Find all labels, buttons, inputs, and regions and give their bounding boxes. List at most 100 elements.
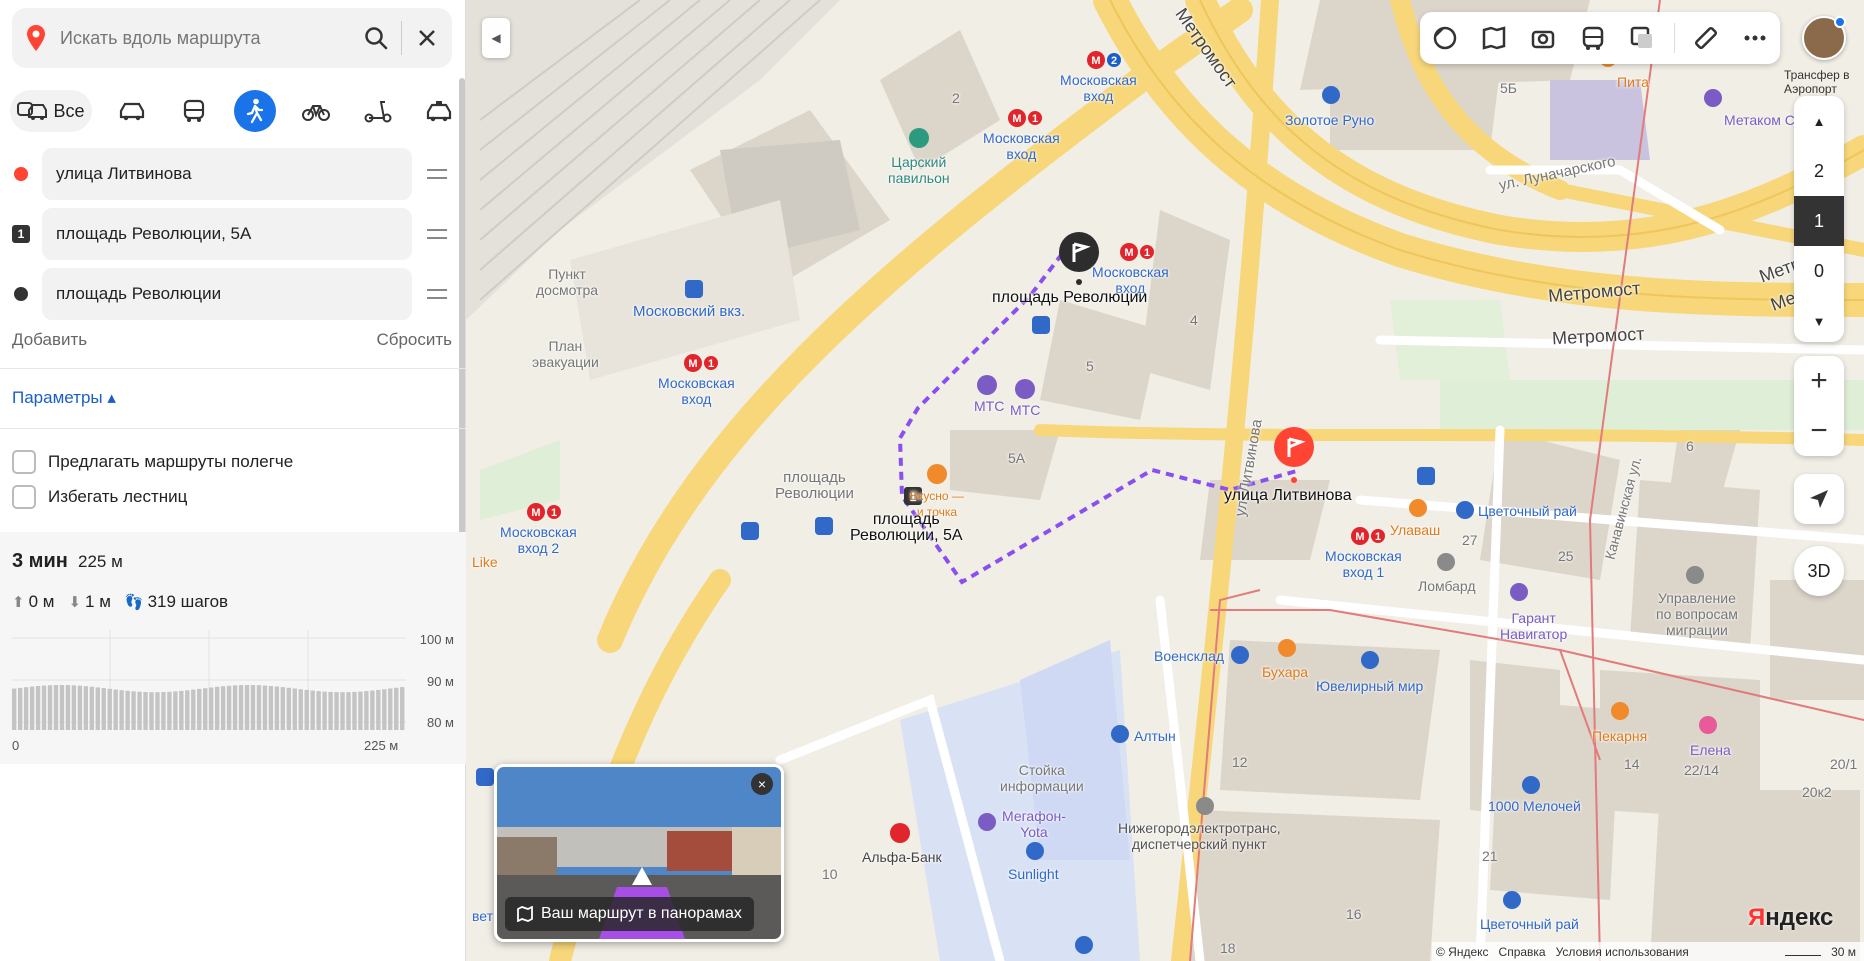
elevation-bar: [23, 687, 29, 730]
map-label-poi: Елена: [1690, 742, 1731, 758]
drag-handle-icon[interactable]: [412, 287, 462, 301]
overlay-button[interactable]: [1624, 20, 1660, 56]
elevation-bar: [232, 685, 238, 730]
mode-scooter-button[interactable]: [357, 90, 399, 132]
3d-button[interactable]: 3D: [1794, 546, 1844, 596]
elevation-bar: [268, 685, 274, 730]
map-label-poi: Пекарня: [1592, 728, 1648, 744]
arrow-up-icon: ⬆: [12, 594, 25, 611]
bus-icon: [183, 99, 204, 122]
mode-all-button[interactable]: Все: [10, 90, 92, 132]
elevation-bar: [197, 688, 202, 730]
add-waypoint-button[interactable]: Добавить: [12, 330, 87, 350]
copyright-text: © Яндекс: [1436, 944, 1489, 959]
location-pin-icon: [12, 24, 60, 52]
transport-button[interactable]: [1575, 20, 1611, 56]
parameters-toggle[interactable]: Параметры ▴: [12, 388, 116, 408]
floor-0-button[interactable]: 0: [1794, 246, 1844, 296]
panorama-preview[interactable]: × Ваш маршрут в панорамах: [494, 764, 784, 942]
option-easier-routes[interactable]: Предлагать маршруты полегче: [12, 450, 293, 474]
map-label-poi: Алтын: [1134, 728, 1176, 744]
mode-taxi-button[interactable]: [418, 90, 460, 132]
reset-button[interactable]: Сбросить: [376, 330, 452, 350]
collapse-panel-button[interactable]: ◀: [482, 18, 510, 58]
elevation-bar: [203, 688, 208, 730]
map-type-button[interactable]: [1476, 20, 1512, 56]
drag-handle-icon[interactable]: [412, 167, 462, 181]
elevation-bar: [262, 685, 268, 730]
ascent-value: 0 м: [28, 592, 55, 611]
help-link[interactable]: Справка: [1499, 945, 1546, 959]
geolocation-button[interactable]: [1794, 474, 1844, 524]
waypoint-end-input[interactable]: площадь Революции: [42, 268, 412, 320]
panorama-close-button[interactable]: ×: [751, 773, 773, 795]
route-search-bar[interactable]: Искать вдоль маршрута: [12, 8, 452, 68]
house-number: 5: [1086, 358, 1094, 374]
svg-text:M: M: [688, 358, 697, 370]
yandex-logo[interactable]: Яндекс: [1748, 904, 1833, 932]
floor-down-button[interactable]: ▼: [1794, 296, 1844, 346]
elevation-bar: [143, 692, 148, 730]
elevation-bar: [35, 686, 41, 730]
clear-button[interactable]: [402, 8, 452, 68]
svg-text:1: 1: [1032, 113, 1038, 125]
map-label-poi: Московская вход 1: [1325, 548, 1402, 580]
house-number: 22/14: [1684, 762, 1720, 778]
route-stats: ⬆ 0 м ⬇ 1 м 👣 319 шагов: [12, 592, 228, 612]
user-avatar[interactable]: [1802, 16, 1846, 60]
route-summary[interactable]: 3 мин 225 м ⬆ 0 м ⬇ 1 м 👣 319 шагов 100 м 9…: [0, 532, 466, 764]
taxi-icon: [426, 101, 452, 122]
floor-up-button[interactable]: ▲: [1794, 96, 1844, 146]
end-marker-icon: [0, 287, 42, 301]
elevation-y-label: 90 м: [426, 674, 454, 689]
zoom-out-button[interactable]: −: [1794, 406, 1844, 456]
house-number: 20/1: [1830, 756, 1858, 772]
scale-label: 30 м: [1831, 944, 1856, 959]
zoom-in-button[interactable]: +: [1794, 356, 1844, 406]
elevation-bar: [12, 688, 17, 730]
elevation-bar: [137, 691, 142, 730]
waypoint-start-input[interactable]: улица Литвинова: [42, 148, 412, 200]
mode-bike-button[interactable]: [295, 90, 337, 132]
squares-icon: [1630, 26, 1653, 48]
elevation-bar: [310, 690, 315, 730]
layers-button[interactable]: [1427, 20, 1463, 56]
drag-handle-icon[interactable]: [412, 227, 462, 241]
layers-icon: [1433, 26, 1456, 50]
floor-2-button[interactable]: 2: [1794, 146, 1844, 196]
mode-car-button[interactable]: [111, 90, 153, 132]
ruler-button[interactable]: [1688, 20, 1724, 56]
floor-1-button[interactable]: 1: [1794, 196, 1844, 246]
search-input[interactable]: Искать вдоль маршрута: [60, 28, 351, 49]
map-label-destination: площадь Революции: [992, 289, 1148, 306]
map-label-poi: Альфа-Банк: [862, 849, 942, 865]
logo-rest: ндекс: [1765, 904, 1834, 931]
elevation-bar: [346, 692, 351, 730]
mode-transit-button[interactable]: [173, 90, 215, 132]
elevation-bar: [17, 687, 23, 730]
map-label-poi: МТС: [974, 398, 1005, 414]
option-avoid-stairs[interactable]: Избегать лестниц: [12, 485, 187, 509]
house-number: 14: [1624, 756, 1640, 772]
car-bus-icon: [17, 102, 48, 120]
elevation-bar: [322, 691, 327, 730]
map-label-poi: Улаваш: [1390, 522, 1441, 538]
waypoint-1-input[interactable]: площадь Революции, 5А: [42, 208, 412, 260]
panorama-button[interactable]: [1525, 20, 1561, 56]
checkbox[interactable]: [12, 485, 36, 509]
map-label-poi: Московская вход: [1060, 72, 1137, 104]
more-button[interactable]: [1737, 20, 1773, 56]
mode-walk-button[interactable]: [233, 90, 276, 132]
panorama-map-icon: [517, 906, 533, 922]
panorama-caption-text: Ваш маршрут в панорамах: [541, 905, 742, 922]
map-label-poi: Царский павильон: [888, 154, 950, 186]
terms-link[interactable]: Условия использования: [1556, 945, 1689, 959]
search-button[interactable]: [351, 8, 401, 68]
scale-bar: [1785, 948, 1822, 956]
svg-text:M: M: [1012, 113, 1021, 125]
house-number: 5Б: [1500, 80, 1517, 96]
checkbox[interactable]: [12, 450, 36, 474]
elevation-bar: [250, 685, 256, 730]
elevation-bar: [47, 685, 53, 730]
map-label-poi: Мегафон- Yota: [1002, 808, 1066, 840]
